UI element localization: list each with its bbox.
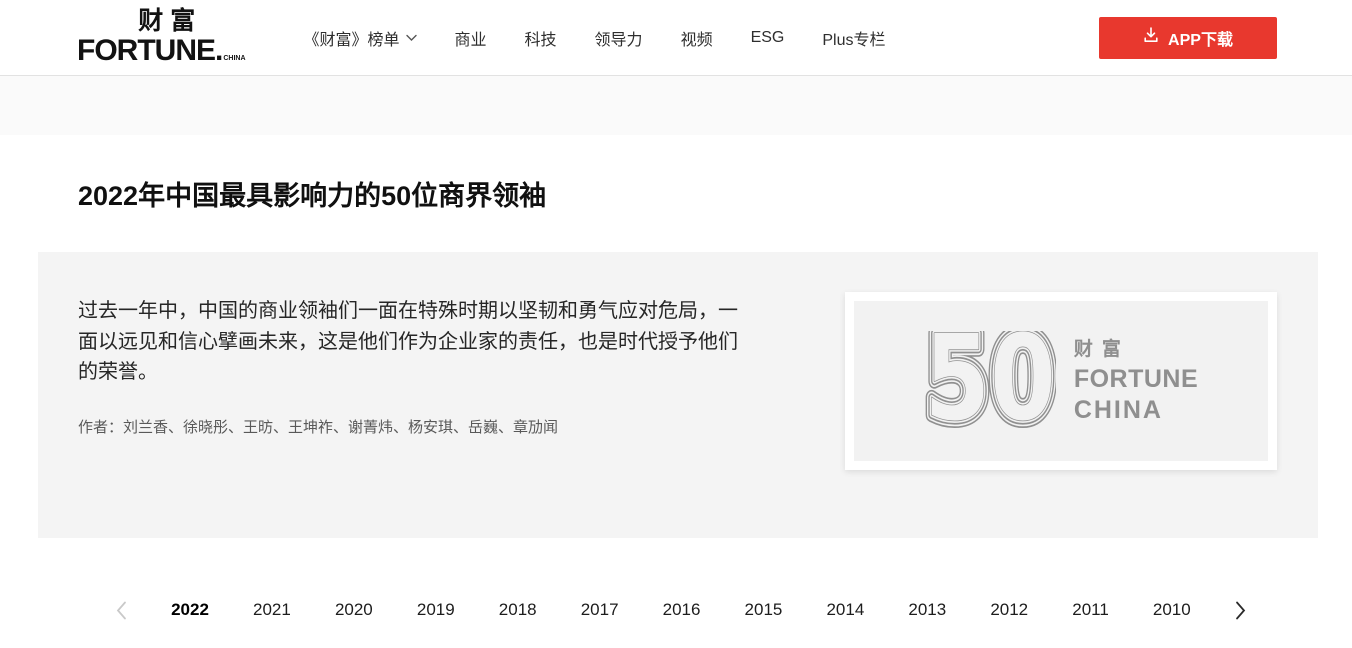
- year-tab-2018[interactable]: 2018: [499, 600, 537, 620]
- nav-item-video[interactable]: 视频: [681, 26, 713, 50]
- chevron-left-icon[interactable]: [116, 601, 127, 620]
- fortune-50-badge: 50 50 50 50 50 财富 FORTUNE CHINA: [854, 301, 1268, 461]
- cover-image: 50 50 50 50 50 财富 FORTUNE CHINA: [845, 292, 1277, 470]
- nav-item-esg[interactable]: ESG: [751, 29, 785, 47]
- main-content: 2022年中国最具影响力的50位商界领袖 过去一年中，中国的商业领袖们一面在特殊…: [0, 179, 1352, 622]
- year-tab-2010[interactable]: 2010: [1153, 600, 1191, 620]
- nav-item-business[interactable]: 商业: [455, 26, 487, 50]
- badge-en1-text: FORTUNE: [1074, 367, 1198, 392]
- page-title: 2022年中国最具影响力的50位商界领袖: [78, 179, 1318, 213]
- svg-text:50: 50: [924, 331, 1055, 431]
- nav-item-label: 商业: [455, 26, 487, 50]
- badge-cn-text: 财富: [1074, 340, 1198, 359]
- logo-en-text: FORTUNE.: [77, 36, 222, 66]
- site-header: 财富 FORTUNE. CHINA 《财富》榜单 商业 科技 领导力 视频 ES…: [0, 0, 1352, 76]
- nav-item-label: 领导力: [595, 26, 643, 50]
- nav-item-label: Plus专栏: [822, 26, 885, 50]
- logo-sub-text: CHINA: [223, 55, 245, 62]
- nav-item-label: 视频: [681, 26, 713, 50]
- app-download-label: APP下载: [1168, 26, 1233, 50]
- year-tab-2017[interactable]: 2017: [581, 600, 619, 620]
- nav-item-label: ESG: [751, 29, 785, 47]
- badge-en2-text: CHINA: [1074, 398, 1198, 423]
- nav-item-label: 科技: [525, 26, 557, 50]
- year-tab-2013[interactable]: 2013: [908, 600, 946, 620]
- year-tab-2011[interactable]: 2011: [1072, 600, 1109, 620]
- nav-item-fortune-lists[interactable]: 《财富》榜单: [304, 26, 417, 50]
- year-tab-2022[interactable]: 2022: [171, 600, 209, 620]
- nav-item-tech[interactable]: 科技: [525, 26, 557, 50]
- year-tab-2020[interactable]: 2020: [335, 600, 373, 620]
- year-tab-2012[interactable]: 2012: [990, 600, 1028, 620]
- app-download-button[interactable]: APP下载: [1099, 17, 1277, 59]
- download-icon: [1143, 27, 1159, 48]
- main-nav: 《财富》榜单 商业 科技 领导力 视频 ESG Plus专栏: [304, 26, 886, 50]
- chevron-right-icon[interactable]: [1235, 601, 1246, 620]
- page: 财富 FORTUNE. CHINA 《财富》榜单 商业 科技 领导力 视频 ES…: [0, 0, 1352, 648]
- badge-wordmark: 财富 FORTUNE CHINA: [1074, 340, 1198, 423]
- logo-en-row: FORTUNE. CHINA: [77, 36, 246, 66]
- subheader-band: [0, 76, 1352, 135]
- year-tab-2015[interactable]: 2015: [745, 600, 783, 620]
- summary-card: 过去一年中，中国的商业领袖们一面在特殊时期以坚韧和勇气应对危局，一面以远见和信心…: [38, 252, 1318, 538]
- year-tab-2021[interactable]: 2021: [253, 600, 291, 620]
- nav-item-leadership[interactable]: 领导力: [595, 26, 643, 50]
- year-tab-2016[interactable]: 2016: [663, 600, 701, 620]
- year-tab-2019[interactable]: 2019: [417, 600, 455, 620]
- year-tab-2014[interactable]: 2014: [826, 600, 864, 620]
- year-pagination: 2022 2021 2020 2019 2018 2017 2016 2015 …: [116, 598, 1246, 622]
- logo-cn-text: 财富: [138, 9, 202, 34]
- nav-item-plus[interactable]: Plus专栏: [822, 26, 885, 50]
- nav-item-label: 《财富》榜单: [304, 26, 400, 50]
- summary-text: 过去一年中，中国的商业领袖们一面在特殊时期以坚韧和勇气应对危局，一面以远见和信心…: [78, 296, 743, 388]
- badge-50-graphic: 50 50 50 50 50: [924, 331, 1056, 431]
- site-logo[interactable]: 财富 FORTUNE. CHINA: [77, 9, 246, 66]
- chevron-down-icon: [406, 29, 417, 47]
